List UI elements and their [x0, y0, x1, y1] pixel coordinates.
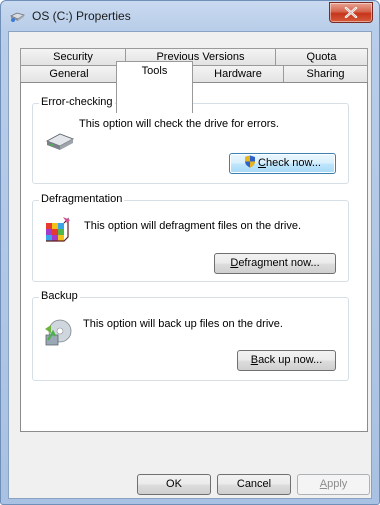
group-title: Backup	[39, 290, 80, 302]
tab-hardware[interactable]: Hardware	[192, 65, 284, 83]
close-icon	[344, 7, 358, 18]
tab-quota[interactable]: Quota	[275, 48, 368, 65]
backup-icon	[45, 319, 72, 346]
group-description: This option will back up files on the dr…	[83, 318, 283, 330]
group-title: Defragmentation	[39, 193, 125, 205]
button-label: heck now...	[265, 157, 321, 169]
tab-tools[interactable]: Tools	[116, 61, 193, 113]
properties-window: OS (C:) Properties Security Previous Ver…	[0, 0, 380, 505]
button-label: pply	[327, 478, 348, 490]
accelerator-key: C	[258, 157, 266, 169]
accelerator-key: B	[250, 354, 259, 366]
tab-label: Hardware	[214, 68, 262, 80]
tab-sharing[interactable]: Sharing	[283, 65, 368, 83]
group-title: Error-checking	[39, 96, 115, 108]
tab-label: Quota	[306, 51, 337, 63]
defragment-now-button[interactable]: Defragment now...	[214, 253, 336, 274]
ok-button[interactable]: OK	[137, 474, 211, 495]
uac-shield-icon	[245, 155, 255, 168]
tab-security[interactable]: Security	[20, 48, 126, 65]
title-bar[interactable]: OS (C:) Properties	[1, 1, 379, 31]
cancel-button[interactable]: Cancel	[217, 474, 291, 495]
tab-label: General	[49, 68, 89, 80]
button-label: efragment now...	[238, 257, 320, 269]
close-button[interactable]	[329, 2, 373, 23]
apply-button[interactable]: Apply	[297, 474, 370, 495]
group-description: This option will defragment files on the…	[84, 220, 302, 232]
defragment-icon	[46, 217, 70, 242]
defragmentation-group: Defragmentation This option will defragm…	[32, 193, 349, 282]
button-label: OK	[166, 478, 182, 490]
check-now-button[interactable]: Check now...	[229, 153, 336, 174]
tab-label: Sharing	[306, 68, 345, 80]
tools-tab-panel: Error-checking This option will check th…	[20, 82, 368, 432]
button-label: Cancel	[236, 478, 272, 490]
button-label: ack up now...	[258, 354, 323, 366]
tab-label: Tools	[141, 65, 168, 77]
window-title: OS (C:) Properties	[32, 9, 131, 23]
tab-general[interactable]: General	[20, 65, 118, 83]
drive-check-icon	[45, 133, 75, 150]
back-up-now-button[interactable]: Back up now...	[237, 350, 336, 371]
error-checking-group: Error-checking This option will check th…	[32, 96, 349, 184]
group-description: This option will check the drive for err…	[79, 118, 279, 130]
tab-label: Security	[53, 51, 93, 63]
backup-group: Backup This option will back up files on…	[32, 290, 349, 381]
drive-icon	[10, 12, 25, 22]
dialog-client-area: Security Previous Versions Quota General…	[8, 31, 372, 499]
accelerator-key: A	[319, 478, 328, 490]
